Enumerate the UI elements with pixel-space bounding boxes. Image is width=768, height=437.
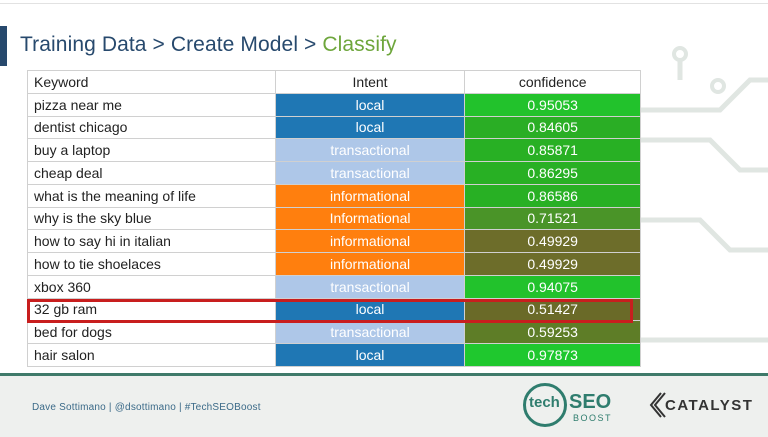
techseo-boost-logo: tech SEO BOOST bbox=[523, 382, 623, 430]
intent-cell: informational bbox=[274, 229, 466, 253]
keyword-cell: hair salon bbox=[27, 343, 276, 367]
table-row: how to tie shoelaces informational 0.49929 bbox=[27, 252, 641, 276]
keyword-cell: pizza near me bbox=[27, 92, 276, 117]
crumb-separator: > bbox=[146, 33, 171, 56]
intent-cell: transactional bbox=[274, 274, 466, 299]
intent-cell: local bbox=[274, 92, 466, 117]
table-row: how to say hi in italian informational 0.4… bbox=[27, 229, 641, 253]
keyword-cell: xbox 360 bbox=[27, 274, 276, 299]
keyword-cell: why is the sky blue bbox=[27, 206, 276, 231]
intent-cell: local bbox=[274, 115, 466, 140]
intent-cell: local bbox=[274, 297, 466, 322]
confidence-cell: 0.71521 bbox=[464, 206, 641, 231]
keyword-cell: 32 gb ram bbox=[27, 297, 276, 322]
logo-boost-text: BOOST bbox=[573, 413, 613, 423]
table-row: what is the meaning of life informational… bbox=[27, 183, 641, 208]
catalyst-mark-icon bbox=[649, 392, 666, 418]
table-row: hair salon local 0.97873 bbox=[27, 343, 641, 367]
table-header-row: Keyword Intent confidence bbox=[27, 70, 641, 94]
intent-cell: informational bbox=[274, 252, 466, 276]
logo-seo-text: SEO bbox=[569, 391, 612, 413]
crumb-training-data: Training Data bbox=[20, 33, 147, 56]
confidence-cell: 0.86586 bbox=[464, 183, 641, 208]
keyword-cell: cheap deal bbox=[27, 161, 276, 185]
table-row: buy a laptop transactional 0.85871 bbox=[27, 138, 641, 162]
intent-cell: transactional bbox=[274, 138, 466, 162]
footer-credit: Dave Sottimano | @dsottimano | #TechSEOB… bbox=[32, 402, 261, 413]
keyword-cell: what is the meaning of life bbox=[27, 183, 276, 208]
logo-tech-text: tech bbox=[529, 394, 560, 411]
confidence-cell: 0.95053 bbox=[464, 92, 641, 117]
intent-cell: informational bbox=[274, 183, 466, 208]
classification-table: Keyword Intent confidence pizza near me l… bbox=[27, 70, 641, 367]
header-keyword: Keyword bbox=[27, 70, 276, 94]
confidence-cell: 0.59253 bbox=[464, 320, 641, 344]
confidence-cell: 0.49929 bbox=[464, 229, 641, 253]
intent-cell: transactional bbox=[274, 161, 466, 185]
confidence-cell: 0.86295 bbox=[464, 161, 641, 185]
confidence-cell: 0.97873 bbox=[464, 343, 641, 367]
crumb-separator: > bbox=[298, 33, 323, 56]
catalyst-logo: CATALYST bbox=[645, 390, 752, 422]
confidence-cell: 0.94075 bbox=[464, 274, 641, 299]
slide-title: Training Data > Create Model > Classify bbox=[20, 33, 397, 57]
intent-cell: Informational bbox=[274, 206, 466, 231]
keyword-cell: dentist chicago bbox=[27, 115, 276, 140]
top-rule bbox=[0, 0, 768, 8]
header-confidence: confidence bbox=[464, 70, 641, 94]
table-row: 32 gb ram local 0.51427 bbox=[27, 297, 641, 322]
keyword-cell: how to say hi in italian bbox=[27, 229, 276, 253]
crumb-create-model: Create Model bbox=[170, 33, 299, 56]
intent-cell: transactional bbox=[274, 320, 466, 344]
header-intent: Intent bbox=[274, 70, 466, 94]
title-accent-bar bbox=[0, 26, 7, 66]
confidence-cell: 0.49929 bbox=[464, 252, 641, 276]
keyword-cell: bed for dogs bbox=[27, 320, 276, 344]
catalyst-wordmark: CATALYST bbox=[665, 397, 754, 414]
footer-rule bbox=[0, 373, 768, 376]
table-row: cheap deal transactional 0.86295 bbox=[27, 161, 641, 185]
table-row: xbox 360 transactional 0.94075 bbox=[27, 274, 641, 299]
confidence-cell: 0.84605 bbox=[464, 115, 641, 140]
table-row: dentist chicago local 0.84605 bbox=[27, 115, 641, 140]
crumb-classify: Classify bbox=[322, 33, 397, 56]
table-row: why is the sky blue Informational 0.71521 bbox=[27, 206, 641, 231]
keyword-cell: how to tie shoelaces bbox=[27, 252, 276, 276]
confidence-cell: 0.85871 bbox=[464, 138, 641, 162]
confidence-cell: 0.51427 bbox=[464, 297, 641, 322]
table-row: bed for dogs transactional 0.59253 bbox=[27, 320, 641, 344]
intent-cell: local bbox=[274, 343, 466, 367]
circuit-decoration bbox=[640, 46, 768, 343]
table-row: pizza near me local 0.95053 bbox=[27, 92, 641, 117]
keyword-cell: buy a laptop bbox=[27, 138, 276, 162]
